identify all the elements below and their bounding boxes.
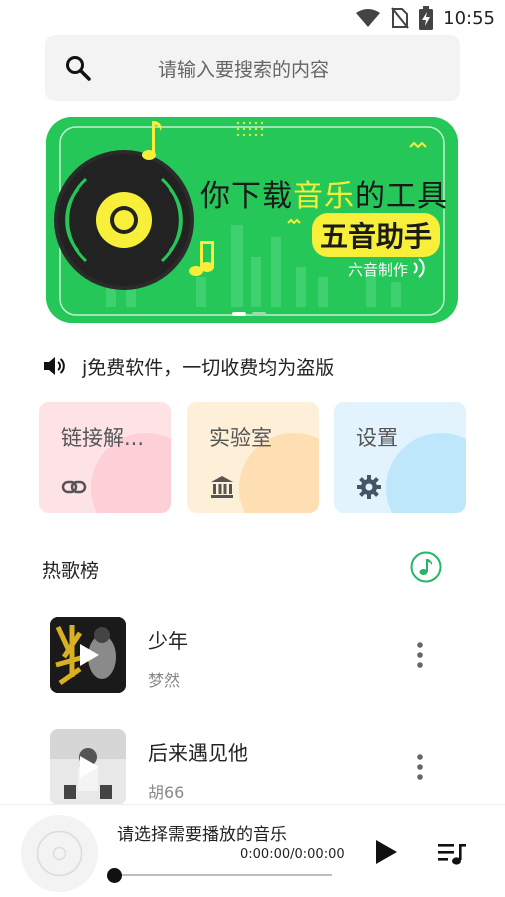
- gear-icon: [357, 475, 381, 499]
- play-icon[interactable]: [78, 643, 100, 667]
- card-label: 设置: [356, 426, 398, 450]
- banner-pagination: [232, 312, 266, 316]
- banner-dot[interactable]: [232, 312, 246, 316]
- play-icon[interactable]: [373, 838, 399, 866]
- bank-icon: [211, 476, 233, 498]
- status-bar: 10:55: [0, 0, 505, 34]
- banner-dot[interactable]: [252, 312, 266, 316]
- banner-title-pre: 你下载: [200, 179, 293, 214]
- song-title: 后来遇见他: [148, 741, 248, 765]
- notice-text: j免费软件，一切收费均为盗版: [82, 356, 335, 379]
- lab-card[interactable]: 实验室: [187, 402, 319, 513]
- settings-card[interactable]: 设置: [334, 402, 466, 513]
- progress-track[interactable]: [112, 874, 332, 876]
- banner-title: 你下载音乐的工具: [200, 171, 448, 215]
- hot-songs-title: 热歌榜: [42, 560, 100, 582]
- card-decoration: [386, 433, 466, 513]
- banner-credit: 六音制作: [348, 261, 409, 279]
- speaker-icon: [44, 357, 65, 375]
- album-cover[interactable]: [50, 729, 126, 805]
- search-input[interactable]: 请输入要搜索的内容: [45, 35, 460, 101]
- song-artist: 胡66: [148, 783, 185, 802]
- card-label: 链接解...: [61, 426, 145, 450]
- song-title: 少年: [148, 629, 188, 653]
- search-icon[interactable]: [65, 55, 91, 81]
- card-label: 实验室: [209, 426, 272, 450]
- list-item[interactable]: 少年 梦然: [0, 617, 505, 717]
- link-parse-card[interactable]: 链接解...: [39, 402, 171, 513]
- progress-handle[interactable]: [107, 868, 122, 883]
- status-icons: 10:55: [355, 6, 495, 30]
- disc-icon[interactable]: [21, 815, 98, 892]
- play-icon[interactable]: [78, 755, 100, 779]
- song-artist: 梦然: [148, 671, 181, 690]
- promo-banner[interactable]: 你下载音乐的工具 五音助手 六音制作: [46, 117, 458, 323]
- search-placeholder: 请输入要搜索的内容: [158, 59, 330, 81]
- more-options-icon[interactable]: [408, 751, 432, 783]
- banner-brand: 五音助手: [312, 213, 441, 257]
- album-cover[interactable]: [50, 617, 126, 693]
- playback-time: 0:00:00/0:00:00: [240, 847, 345, 862]
- now-playing-title: 请选择需要播放的音乐: [117, 825, 287, 845]
- no-sim-icon: [391, 7, 409, 29]
- link-icon: [61, 480, 87, 494]
- wifi-icon: [356, 9, 381, 27]
- banner-title-highlight: 音乐: [293, 179, 355, 214]
- banner-title-post: 的工具: [355, 179, 448, 214]
- notice-bar: j免费软件，一切收费均为盗版: [42, 352, 462, 380]
- status-time: 10:55: [443, 7, 495, 29]
- battery-charging-icon: [419, 6, 434, 30]
- playlist-icon[interactable]: [437, 841, 467, 867]
- mini-player: 请选择需要播放的音乐 0:00:00/0:00:00: [0, 804, 505, 897]
- music-note-icon[interactable]: [410, 551, 442, 583]
- more-options-icon[interactable]: [408, 639, 432, 671]
